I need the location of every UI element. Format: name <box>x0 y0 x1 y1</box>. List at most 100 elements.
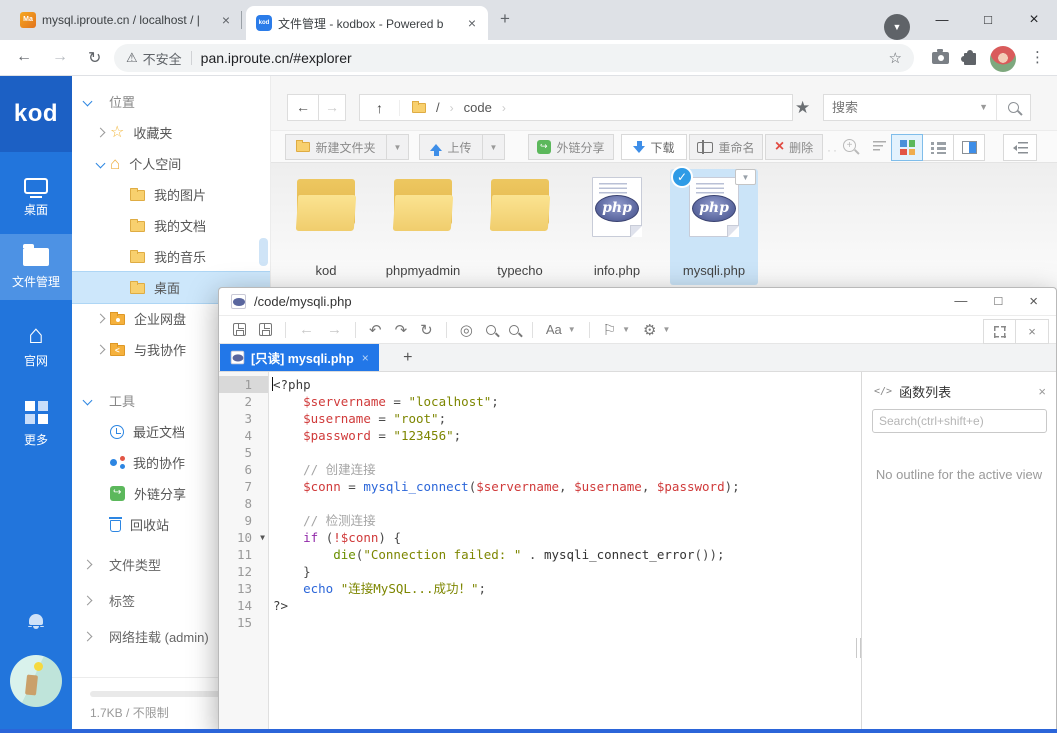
font-settings-button[interactable]: Aa <box>546 322 562 337</box>
chevron-right-icon[interactable] <box>83 595 93 605</box>
address-bar[interactable]: ⚠ 不安全 pan.iproute.cn/#explorer ☆ <box>114 44 914 72</box>
browser-tab-phpmyadmin[interactable]: Ma mysql.iproute.cn / localhost / | × <box>10 0 242 40</box>
theme-flag-icon[interactable]: ⚐ <box>603 321 616 339</box>
browser-tab-kodbox[interactable]: kod 文件管理 - kodbox - Powered b × <box>246 6 488 40</box>
share-link-button[interactable]: 外链分享 <box>528 134 614 160</box>
new-tab-button[interactable]: + <box>500 9 510 29</box>
chevron-right-icon[interactable] <box>96 128 106 138</box>
line-number[interactable]: 12 <box>219 563 268 580</box>
search-icon[interactable] <box>1008 102 1019 113</box>
file-item[interactable]: ✓▼phpmysqli.php <box>670 169 758 285</box>
up-directory-button[interactable]: ↑ <box>360 100 400 116</box>
redo-icon[interactable]: ↷ <box>395 321 408 339</box>
line-number[interactable]: 10▼ <box>219 529 268 546</box>
line-number[interactable]: 2 <box>219 393 268 410</box>
goto-line-icon[interactable]: ◎ <box>460 321 473 339</box>
chevron-right-icon[interactable] <box>96 345 106 355</box>
tab-close-icon[interactable]: × <box>220 12 232 28</box>
forward-button[interactable]: → <box>52 48 68 66</box>
zoom-icon[interactable]: + <box>843 139 856 152</box>
outline-search-input[interactable] <box>872 409 1047 433</box>
line-number[interactable]: 3 <box>219 410 268 427</box>
tree-item[interactable]: 我的文档 <box>72 210 270 241</box>
search-icon[interactable] <box>486 325 496 335</box>
line-number[interactable]: 5 <box>219 444 268 461</box>
line-number[interactable]: 11 <box>219 546 268 563</box>
tab-close-icon[interactable]: × <box>466 15 478 31</box>
editor-minimize-button[interactable]: — <box>954 293 967 310</box>
panel-toggle-button[interactable] <box>1003 134 1037 161</box>
download-button[interactable]: 下载 <box>621 134 687 160</box>
nav-forward-icon[interactable]: → <box>327 321 342 338</box>
sidebar-item-more[interactable]: 更多 <box>0 392 72 456</box>
security-warning-icon[interactable]: ⚠ <box>126 50 138 66</box>
font-caret-icon[interactable]: ▼ <box>568 325 576 334</box>
line-number[interactable]: 14 <box>219 597 268 614</box>
extensions-puzzle-icon[interactable] <box>964 53 976 65</box>
breadcrumb-folder[interactable]: code <box>464 100 492 115</box>
history-forward-button[interactable]: → <box>318 94 346 121</box>
close-button[interactable]: × <box>1011 0 1057 40</box>
line-number[interactable]: 9 <box>219 512 268 529</box>
bookmark-star-icon[interactable]: ☆ <box>889 49 902 67</box>
file-item[interactable]: phpinfo.php <box>573 169 661 285</box>
line-number[interactable]: 4 <box>219 427 268 444</box>
chevron-down-icon[interactable] <box>96 159 106 169</box>
line-number[interactable]: 6 <box>219 461 268 478</box>
tab-close-icon[interactable]: × <box>362 351 369 365</box>
fullscreen-button[interactable] <box>983 319 1016 344</box>
browser-profile-avatar[interactable] <box>990 46 1016 72</box>
undo-icon[interactable]: ↶ <box>369 321 382 339</box>
selected-check-icon[interactable]: ✓ <box>671 166 693 188</box>
new-folder-caret-icon[interactable]: ▼ <box>387 134 409 160</box>
chevron-down-icon[interactable] <box>83 97 93 107</box>
editor-titlebar[interactable]: /code/mysqli.php — □ × <box>219 288 1056 316</box>
save-all-icon[interactable] <box>259 323 272 336</box>
view-list-button[interactable] <box>922 134 954 161</box>
editor-maximize-button[interactable]: □ <box>994 293 1002 310</box>
chevron-right-icon[interactable] <box>83 559 93 569</box>
minimize-button[interactable]: — <box>919 0 965 40</box>
maximize-button[interactable]: □ <box>965 0 1011 40</box>
tree-item[interactable]: 位置 <box>72 86 270 117</box>
tree-item[interactable]: ⌂个人空间 <box>72 148 270 179</box>
breadcrumb-root[interactable]: / <box>436 100 440 115</box>
refresh-icon[interactable]: ↻ <box>420 321 433 339</box>
reload-button[interactable]: ↻ <box>88 48 101 68</box>
camera-extension-icon[interactable] <box>932 52 949 64</box>
delete-button[interactable]: × 删除 <box>765 134 823 160</box>
sidebar-item-file-manager[interactable]: 文件管理 <box>0 234 72 300</box>
browser-menu-icon[interactable]: ⋮ <box>1030 48 1045 66</box>
replace-icon[interactable] <box>509 325 519 335</box>
code-area[interactable]: <?php $servername = "localhost"; $userna… <box>270 376 860 733</box>
new-folder-button[interactable]: 新建文件夹 <box>285 134 387 160</box>
panel-resize-handle[interactable] <box>856 638 861 658</box>
fold-caret-icon[interactable]: ▼ <box>260 529 265 546</box>
theme-caret-icon[interactable]: ▼ <box>622 325 630 334</box>
line-number[interactable]: 13 <box>219 580 268 597</box>
tree-scrollbar-thumb[interactable] <box>259 238 268 266</box>
search-input[interactable] <box>824 100 971 115</box>
kod-logo[interactable]: kod <box>0 76 72 152</box>
sidebar-item-desktop[interactable]: 桌面 <box>0 166 72 230</box>
url-text[interactable]: pan.iproute.cn/#explorer <box>201 50 889 66</box>
file-item[interactable]: phpmyadmin <box>379 169 467 285</box>
tree-item[interactable]: ☆收藏夹 <box>72 117 270 148</box>
gear-icon[interactable]: ⚙ <box>643 321 656 339</box>
download-indicator-icon[interactable]: ▼ <box>884 14 910 40</box>
chevron-down-icon[interactable] <box>83 396 93 406</box>
history-back-button[interactable]: ← <box>287 94 319 121</box>
search-options-caret-icon[interactable]: ▼ <box>971 95 997 120</box>
upload-caret-icon[interactable]: ▼ <box>483 134 505 160</box>
file-item[interactable]: typecho <box>476 169 564 285</box>
chevron-right-icon[interactable] <box>96 314 106 324</box>
nav-back-icon[interactable]: ← <box>299 321 314 338</box>
file-menu-caret-icon[interactable]: ▼ <box>735 169 756 185</box>
new-editor-tab-button[interactable]: + <box>391 344 425 371</box>
view-grid-button[interactable] <box>891 134 923 161</box>
line-number[interactable]: 1 <box>219 376 268 393</box>
rename-button[interactable]: 重命名 <box>689 134 763 160</box>
upload-button[interactable]: 上传 <box>419 134 483 160</box>
line-number[interactable]: 7 <box>219 478 268 495</box>
tree-item[interactable]: 我的音乐 <box>72 241 270 272</box>
